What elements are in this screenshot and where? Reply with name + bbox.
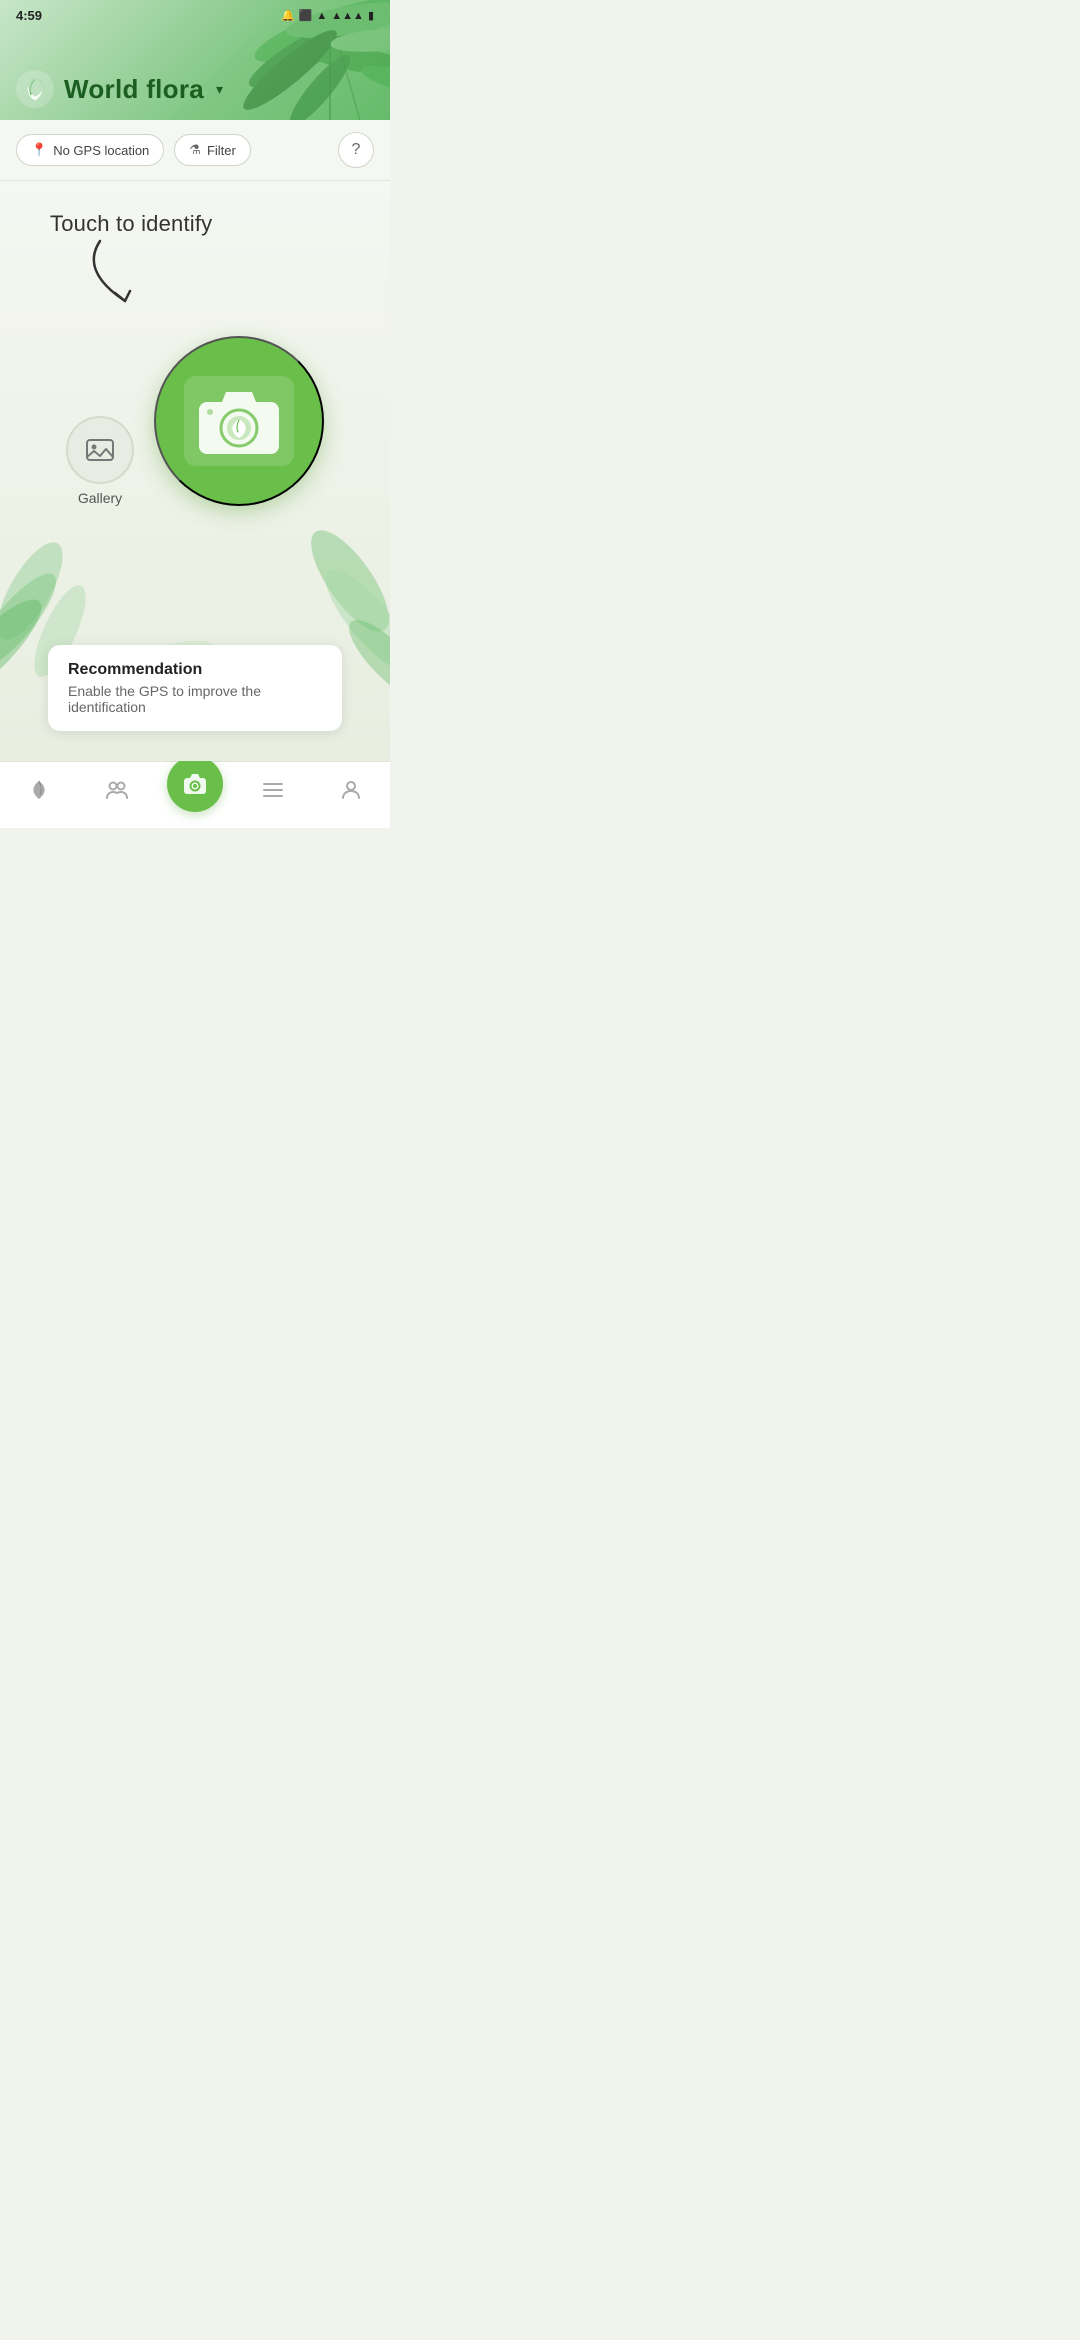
recommendation-description: Enable the GPS to improve the identifica… <box>68 683 322 715</box>
signal-icon: ▲▲▲ <box>331 10 364 22</box>
main-content: Touch to identify Gallery <box>0 181 390 761</box>
notification-icon: 🔔 <box>281 9 295 22</box>
wifi-icon: ▲ <box>316 10 327 22</box>
app-title-row[interactable]: World flora ▾ <box>16 42 223 108</box>
screen-record-icon: ⬛ <box>299 9 313 22</box>
nav-item-profile[interactable] <box>323 774 379 810</box>
help-button[interactable]: ? <box>338 132 374 168</box>
status-bar: 4:59 🔔 ⬛ ▲ ▲▲▲ ▮ <box>0 0 390 27</box>
camera-button[interactable] <box>154 336 324 506</box>
filter-bar: 📍 No GPS location ⚗ Filter ? <box>0 120 390 181</box>
nav-camera-icon <box>182 771 208 797</box>
nav-item-list[interactable] <box>245 774 301 810</box>
nav-camera-button[interactable] <box>167 756 223 812</box>
gallery-icon <box>85 435 115 465</box>
camera-inner <box>184 376 294 466</box>
community-nav-icon <box>105 778 129 806</box>
recommendation-section: Recommendation Enable the GPS to improve… <box>20 645 370 731</box>
gallery-label: Gallery <box>78 490 122 506</box>
recommendation-card: Recommendation Enable the GPS to improve… <box>48 645 342 731</box>
list-nav-icon <box>261 778 285 806</box>
dropdown-chevron-icon: ▾ <box>216 81 223 98</box>
flora-nav-icon <box>27 778 51 806</box>
camera-icon <box>194 384 284 459</box>
app-logo <box>16 70 54 108</box>
help-icon: ? <box>352 141 361 159</box>
identify-area: Gallery <box>66 336 324 506</box>
status-time: 4:59 <box>16 8 42 23</box>
filter-icon: ⚗ <box>189 142 201 158</box>
gps-label: No GPS location <box>53 143 149 158</box>
filter-button[interactable]: ⚗ Filter <box>174 134 251 166</box>
location-icon: 📍 <box>31 142 47 158</box>
app-title: World flora <box>64 74 204 105</box>
nav-item-community[interactable] <box>89 774 145 810</box>
curved-arrow <box>70 231 160 321</box>
gallery-icon-circle <box>66 416 134 484</box>
filter-label: Filter <box>207 143 236 158</box>
gps-button[interactable]: 📍 No GPS location <box>16 134 164 166</box>
profile-nav-icon <box>339 778 363 806</box>
nav-item-flora[interactable] <box>11 774 67 810</box>
bottom-navigation <box>0 761 390 828</box>
status-icons: 🔔 ⬛ ▲ ▲▲▲ ▮ <box>281 9 374 22</box>
battery-icon: ▮ <box>368 9 374 22</box>
recommendation-title: Recommendation <box>68 661 322 679</box>
gallery-button[interactable]: Gallery <box>66 416 134 506</box>
